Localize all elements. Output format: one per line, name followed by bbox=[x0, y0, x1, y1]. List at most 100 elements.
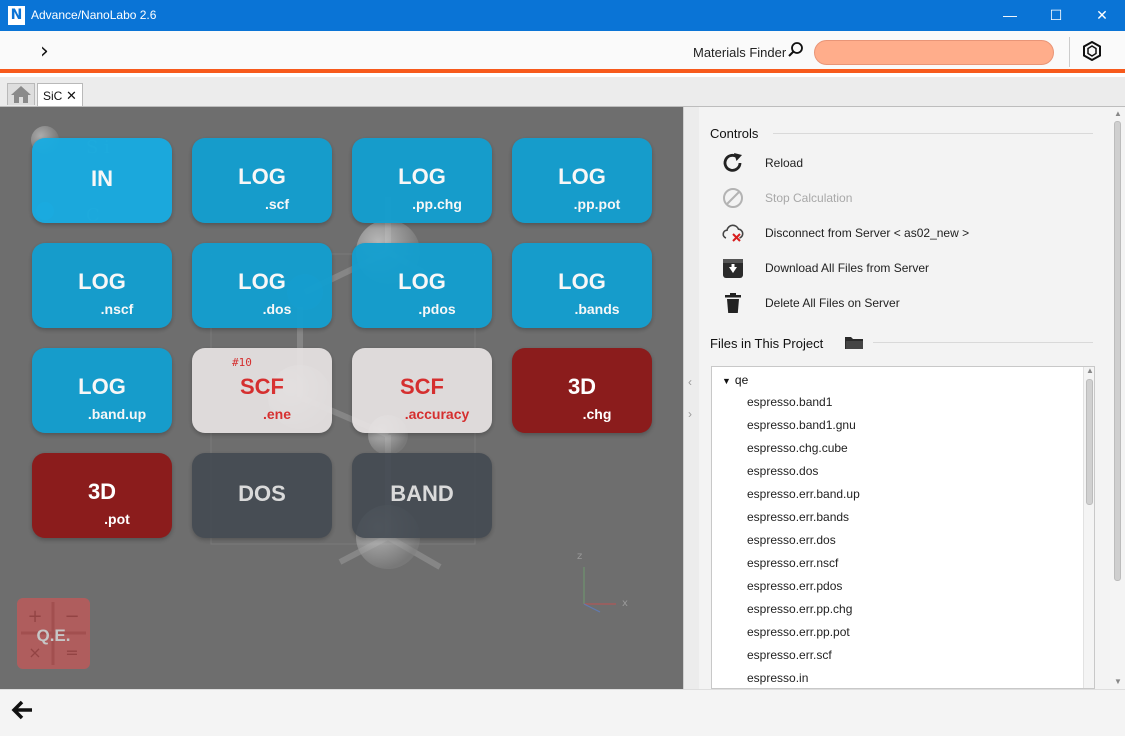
disconnect-server-button[interactable]: Disconnect from Server < as02_new > bbox=[721, 219, 1101, 247]
tile-log-pp-chg[interactable]: LOG .pp.chg bbox=[352, 138, 492, 223]
tile-sub-label: .pp.chg bbox=[412, 196, 462, 212]
tile-log-pp-pot[interactable]: LOG .pp.pot bbox=[512, 138, 652, 223]
file-item[interactable]: espresso.band1.gnu bbox=[747, 418, 856, 432]
tile-in[interactable]: IN bbox=[32, 138, 172, 223]
file-item[interactable]: espresso.dos bbox=[747, 464, 818, 478]
tile-main-label: LOG bbox=[78, 374, 126, 399]
cloud-disconnect-icon bbox=[722, 224, 744, 242]
tile-main-label: LOG bbox=[558, 269, 606, 294]
title-bar: N Advance/NanoLabo 2.6 — ☐ ✕ bbox=[0, 0, 1125, 31]
tile-sub-label: .ene bbox=[262, 406, 291, 422]
tile-sub-label: .nscf bbox=[100, 301, 134, 317]
scroll-up-icon[interactable]: ▲ bbox=[1086, 367, 1094, 375]
tile-main-label: SCF bbox=[240, 374, 284, 399]
workflow-pane: S i C z x INLOG.scfLOG.pp.chgLOG.pp.potL… bbox=[0, 107, 683, 689]
expand-arrow-icon[interactable]: ▼ bbox=[722, 376, 731, 386]
trash-icon bbox=[725, 293, 741, 313]
tile-3d-pot[interactable]: 3D .pot bbox=[32, 453, 172, 538]
file-item[interactable]: espresso.err.bands bbox=[747, 510, 849, 524]
tile-log-band-up[interactable]: LOG .band.up bbox=[32, 348, 172, 433]
app-logo-icon: N bbox=[8, 6, 25, 25]
tile-log-bands[interactable]: LOG .bands bbox=[512, 243, 652, 328]
panel-scrollbar[interactable]: ▲ ▼ bbox=[1110, 107, 1125, 689]
tile-main-label: LOG bbox=[398, 269, 446, 294]
tile-scf-accuracy[interactable]: SCF .accuracy bbox=[352, 348, 492, 433]
tile-scf-ene[interactable]: SCF .ene #10 bbox=[192, 348, 332, 433]
tile-log-dos[interactable]: LOG .dos bbox=[192, 243, 332, 328]
tree-root-label: qe bbox=[734, 373, 749, 387]
delete-files-button[interactable]: Delete All Files on Server bbox=[721, 289, 1101, 317]
hexagon-settings-icon[interactable] bbox=[1082, 41, 1102, 61]
file-item[interactable]: espresso.chg.cube bbox=[747, 441, 848, 455]
files-heading: Files in This Project bbox=[710, 336, 824, 351]
materials-finder-input[interactable] bbox=[814, 40, 1054, 65]
svg-text:z: z bbox=[577, 551, 582, 562]
download-files-button[interactable]: Download All Files from Server bbox=[721, 254, 1101, 282]
tile-main-label: SCF bbox=[400, 374, 444, 399]
file-item[interactable]: espresso.err.pp.chg bbox=[747, 602, 852, 616]
right-panel: Controls Reload Stop Calculation Disconn… bbox=[699, 107, 1125, 689]
controls-heading: Controls bbox=[710, 126, 759, 141]
file-item[interactable]: espresso.band1 bbox=[747, 395, 832, 409]
minimize-button[interactable]: — bbox=[987, 0, 1033, 31]
panel-scroll-down-icon[interactable]: ▼ bbox=[1114, 677, 1122, 686]
tile-sub-label: .dos bbox=[262, 301, 292, 317]
tile-main-label: DOS bbox=[238, 481, 286, 506]
file-tree: ▼ qe espresso.band1 espresso.band1.gnu espr… bbox=[711, 366, 1095, 689]
disconnect-server-label: Disconnect from Server < as02_new > bbox=[765, 226, 970, 240]
file-item[interactable]: espresso.in bbox=[747, 671, 808, 685]
tile-sub-label: .accuracy bbox=[404, 406, 470, 422]
file-item[interactable]: espresso.err.pdos bbox=[747, 579, 842, 593]
collapse-right-icon[interactable]: › bbox=[688, 407, 692, 421]
tab-bar: SiC ✕ bbox=[0, 77, 1125, 107]
bottom-bar bbox=[0, 689, 1125, 736]
tile-log-nscf[interactable]: LOG .nscf bbox=[32, 243, 172, 328]
file-tree-scrollbar[interactable]: ▲ bbox=[1083, 367, 1094, 688]
file-item[interactable]: espresso.err.nscf bbox=[747, 556, 838, 570]
maximize-button[interactable]: ☐ bbox=[1033, 0, 1079, 31]
pane-splitter[interactable]: ‹ › bbox=[683, 107, 699, 689]
qe-button[interactable]: + − × = Q.E. bbox=[17, 598, 90, 669]
search-icon[interactable] bbox=[787, 41, 805, 59]
file-item[interactable]: espresso.err.scf bbox=[747, 648, 832, 662]
collapse-left-icon[interactable]: ‹ bbox=[688, 375, 692, 389]
tile-band[interactable]: BAND bbox=[352, 453, 492, 538]
controls-divider bbox=[773, 133, 1093, 134]
scroll-thumb[interactable] bbox=[1086, 379, 1093, 505]
tile-main-label: IN bbox=[91, 166, 113, 191]
tile-3d-chg[interactable]: 3D .chg bbox=[512, 348, 652, 433]
file-item[interactable]: espresso.err.band.up bbox=[747, 487, 860, 501]
tile-log-scf[interactable]: LOG .scf bbox=[192, 138, 332, 223]
tile-sub-label: .chg bbox=[582, 406, 612, 422]
tile-sub-label: .scf bbox=[264, 196, 290, 212]
top-toolbar: › Materials Finder bbox=[0, 31, 1125, 73]
tile-sub-label: .band.up bbox=[87, 406, 147, 422]
tile-main-label: BAND bbox=[390, 481, 454, 506]
toolbar-divider bbox=[1069, 37, 1070, 67]
back-arrow-icon[interactable] bbox=[10, 698, 36, 722]
file-item[interactable]: espresso.err.pp.pot bbox=[747, 625, 850, 639]
tile-badge: #10 bbox=[232, 356, 252, 369]
file-item[interactable]: espresso.err.dos bbox=[747, 533, 836, 547]
panel-scroll-thumb[interactable] bbox=[1114, 121, 1121, 581]
svg-text:+: + bbox=[27, 606, 42, 627]
tile-dos[interactable]: DOS bbox=[192, 453, 332, 538]
tree-root-qe[interactable]: ▼ qe bbox=[722, 373, 748, 387]
tab-home[interactable] bbox=[7, 83, 35, 105]
reload-icon bbox=[723, 153, 742, 172]
window-title: Advance/NanoLabo 2.6 bbox=[31, 8, 157, 22]
reload-button[interactable]: Reload bbox=[721, 149, 1101, 177]
tab-close-icon[interactable]: ✕ bbox=[66, 88, 77, 104]
files-divider bbox=[873, 342, 1093, 343]
close-window-button[interactable]: ✕ bbox=[1079, 0, 1125, 31]
folder-icon[interactable] bbox=[844, 334, 864, 350]
panel-scroll-up-icon[interactable]: ▲ bbox=[1114, 109, 1122, 118]
stop-calculation-button[interactable]: Stop Calculation bbox=[721, 184, 1101, 212]
tile-main-label: LOG bbox=[238, 269, 286, 294]
expand-menu-icon[interactable]: › bbox=[40, 39, 49, 64]
tile-main-label: 3D bbox=[567, 374, 597, 399]
stop-calculation-label: Stop Calculation bbox=[765, 191, 853, 205]
tile-log-pdos[interactable]: LOG .pdos bbox=[352, 243, 492, 328]
tab-sic[interactable]: SiC ✕ bbox=[37, 83, 83, 106]
svg-text:x: x bbox=[622, 598, 628, 609]
